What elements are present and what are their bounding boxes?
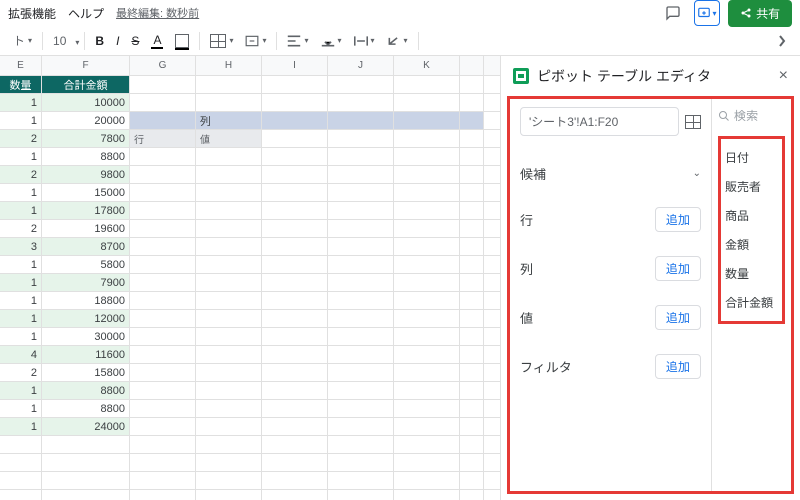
search-icon — [718, 110, 730, 122]
table-row[interactable]: 1 24000 — [0, 418, 500, 436]
table-row[interactable]: 4 11600 — [0, 346, 500, 364]
valign-button[interactable] — [316, 32, 347, 50]
style-dropdown[interactable]: ト — [8, 29, 37, 52]
suggestions-label[interactable]: 候補 — [520, 164, 546, 183]
panel-title: ピボット テーブル エディタ — [537, 66, 711, 86]
add-row-button[interactable]: 追加 — [655, 207, 701, 232]
strike-button[interactable]: S — [126, 31, 144, 51]
textcolor-button[interactable]: A — [146, 30, 168, 52]
colhdr-I[interactable]: I — [262, 56, 328, 75]
table-row[interactable]: 1 8800 — [0, 148, 500, 166]
toolbar: ト 10 B I S A — [0, 26, 800, 56]
italic-button[interactable]: I — [111, 31, 124, 51]
merge-button[interactable] — [240, 32, 271, 50]
toolbar-more[interactable] — [772, 31, 792, 51]
halign-button[interactable] — [282, 32, 313, 50]
colhdr-E[interactable]: E — [0, 56, 42, 75]
hdr-qty[interactable]: 数量 — [0, 76, 42, 93]
field-list: 日付 販売者 商品 金額 数量 合計金額 — [718, 136, 785, 324]
field-item[interactable]: 合計金額 — [723, 288, 780, 317]
table-row[interactable]: 1 7900 — [0, 274, 500, 292]
search-placeholder[interactable]: 検索 — [734, 107, 758, 124]
spreadsheet[interactable]: E F G H I J K 数量 合計金額 1 10000 1 20000 列 … — [0, 56, 500, 500]
add-col-button[interactable]: 追加 — [655, 256, 701, 281]
menu-extensions[interactable]: 拡張機能 — [8, 5, 56, 22]
table-row[interactable]: 2 9800 — [0, 166, 500, 184]
present-icon[interactable]: ▾ — [694, 0, 720, 26]
table-row[interactable] — [0, 490, 500, 500]
table-row[interactable]: 1 10000 — [0, 94, 500, 112]
field-item[interactable]: 金額 — [723, 230, 780, 259]
fillcolor-button[interactable] — [170, 31, 194, 51]
add-value-button[interactable]: 追加 — [655, 305, 701, 330]
rows-label: 行 — [520, 210, 533, 229]
select-range-icon[interactable] — [685, 115, 701, 129]
range-input[interactable]: 'シート3'!A1:F20 — [520, 107, 679, 136]
close-icon[interactable]: × — [779, 67, 788, 85]
colhdr-H[interactable]: H — [196, 56, 262, 75]
field-item[interactable]: 数量 — [723, 259, 780, 288]
last-edit[interactable]: 最終編集: 数秒前 — [116, 5, 199, 21]
table-row[interactable]: 1 18800 — [0, 292, 500, 310]
table-row[interactable]: 2 7800 行値 — [0, 130, 500, 148]
chevron-down-icon[interactable]: ⌄ — [693, 168, 701, 179]
table-row[interactable] — [0, 454, 500, 472]
pivot-editor-panel: ピボット テーブル エディタ × 'シート3'!A1:F20 候補 ⌄ 行 追加… — [500, 56, 800, 500]
add-filter-button[interactable]: 追加 — [655, 354, 701, 379]
values-label: 値 — [520, 308, 533, 327]
wrap-button[interactable] — [349, 32, 380, 50]
colhdr-J[interactable]: J — [328, 56, 394, 75]
colhdr-G[interactable]: G — [130, 56, 196, 75]
table-row[interactable]: 1 12000 — [0, 310, 500, 328]
table-row[interactable] — [0, 472, 500, 490]
sheets-icon — [513, 68, 529, 84]
menu-help[interactable]: ヘルプ — [68, 5, 104, 22]
fontsize-dd[interactable] — [73, 34, 79, 48]
fontsize[interactable]: 10 — [48, 31, 71, 51]
bold-button[interactable]: B — [90, 31, 109, 51]
table-row[interactable]: 1 8800 — [0, 382, 500, 400]
colhdr-K[interactable]: K — [394, 56, 460, 75]
table-row[interactable]: 1 30000 — [0, 328, 500, 346]
table-row[interactable]: 1 20000 列 — [0, 112, 500, 130]
field-item[interactable]: 商品 — [723, 201, 780, 230]
table-row[interactable]: 2 19600 — [0, 220, 500, 238]
field-item[interactable]: 日付 — [723, 143, 780, 172]
table-row[interactable] — [0, 436, 500, 454]
filter-label: フィルタ — [520, 357, 572, 376]
table-row[interactable]: 1 5800 — [0, 256, 500, 274]
hdr-total[interactable]: 合計金額 — [42, 76, 130, 93]
field-item[interactable]: 販売者 — [723, 172, 780, 201]
colhdr-F[interactable]: F — [42, 56, 130, 75]
cols-label: 列 — [520, 259, 533, 278]
table-row[interactable]: 3 8700 — [0, 238, 500, 256]
table-row[interactable]: 1 17800 — [0, 202, 500, 220]
table-row[interactable]: 1 8800 — [0, 400, 500, 418]
comments-icon[interactable] — [660, 0, 686, 26]
table-row[interactable]: 1 15000 — [0, 184, 500, 202]
borders-button[interactable] — [205, 31, 238, 51]
share-button[interactable]: 共有 — [728, 0, 792, 27]
table-row[interactable]: 2 15800 — [0, 364, 500, 382]
rotate-button[interactable] — [382, 32, 413, 50]
